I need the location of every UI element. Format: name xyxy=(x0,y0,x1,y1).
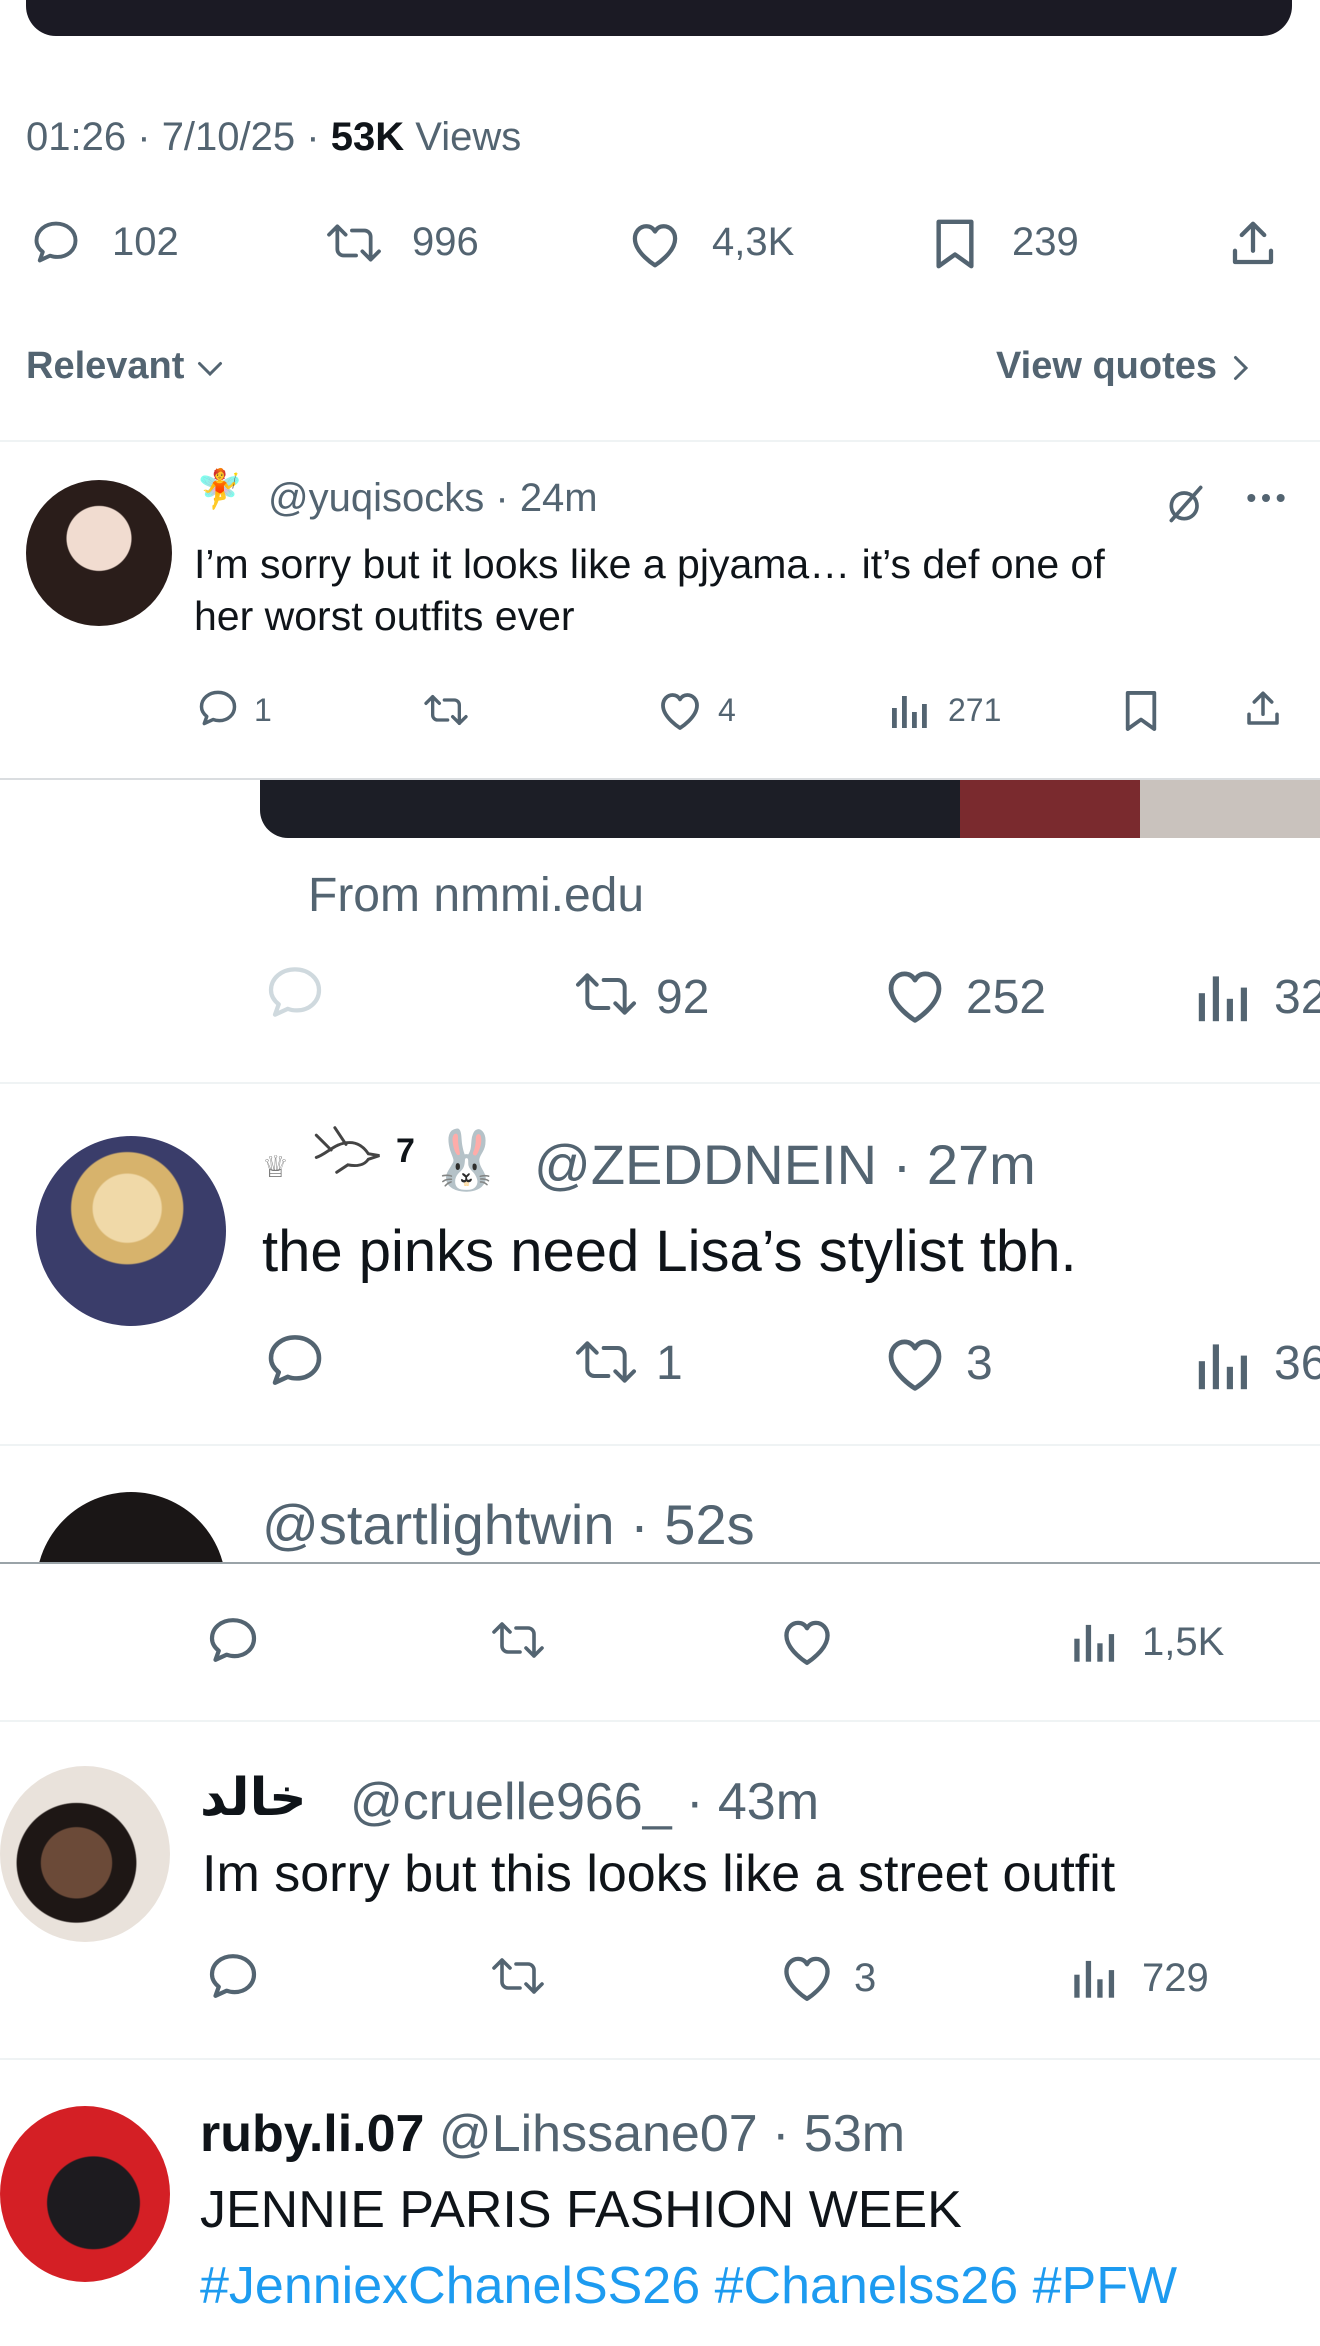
views-count: 729 xyxy=(1142,1956,1209,2000)
reply-item[interactable]: ♕ 7 🐰 @ZEDDNEIN · 27m the pinks need Lis… xyxy=(0,1084,1320,1444)
badge-crown-icon: ♕ xyxy=(262,1151,289,1184)
reply-text: the pinks need Lisa’s stylist tbh. xyxy=(262,1219,1077,1284)
views-count: 36 xyxy=(1274,1337,1320,1390)
repost-icon[interactable] xyxy=(420,690,472,730)
view-quotes-link[interactable]: View quotes xyxy=(996,345,1252,388)
reply-handle-line: ruby.li.07 @Lihssane07 · 53m xyxy=(200,2105,906,2163)
reply-item[interactable]: خالد @cruelle966_ · 43m Im sorry but thi… xyxy=(0,1722,1320,2058)
bookmark-icon[interactable] xyxy=(1122,688,1160,734)
reply-icon[interactable] xyxy=(30,216,82,268)
link-card-image[interactable] xyxy=(260,780,1320,838)
grok-icon[interactable] xyxy=(1164,482,1208,526)
reply-icon[interactable] xyxy=(204,1612,262,1668)
like-icon[interactable] xyxy=(626,218,684,270)
reply-icon[interactable] xyxy=(262,960,328,1024)
views-count: 32 xyxy=(1274,971,1320,1024)
like-icon[interactable] xyxy=(880,964,950,1026)
chevron-down-icon xyxy=(195,356,225,380)
engagement-bar: 102 996 4,3K 239 xyxy=(0,210,1320,280)
repost-icon[interactable] xyxy=(486,1616,550,1664)
avatar[interactable] xyxy=(26,480,172,626)
repost-icon[interactable] xyxy=(486,1952,550,2000)
bookmark-count: 239 xyxy=(1012,220,1079,264)
like-icon[interactable] xyxy=(778,1950,836,2004)
like-count: 252 xyxy=(966,971,1047,1024)
avatar[interactable] xyxy=(0,1766,170,1942)
tweet-date: 7/10/25 xyxy=(161,115,296,159)
reply-handle-line: @ZEDDNEIN · 27m xyxy=(534,1133,1036,1196)
avatar[interactable] xyxy=(0,2106,170,2282)
views-count: 271 xyxy=(948,692,1002,728)
user-handle[interactable]: @startlightwin xyxy=(262,1493,615,1556)
like-count: 4 xyxy=(718,692,736,728)
share-icon[interactable] xyxy=(1242,686,1284,732)
views-icon[interactable] xyxy=(1196,1336,1252,1392)
fairy-badge: 🧚 xyxy=(196,469,244,511)
repost-icon[interactable] xyxy=(322,218,386,268)
repost-icon[interactable] xyxy=(568,966,644,1022)
like-count: 3 xyxy=(966,1337,993,1390)
repost-count: 1 xyxy=(656,1337,683,1390)
like-icon[interactable] xyxy=(880,1332,950,1394)
reply-text: Im sorry but this looks like a street ou… xyxy=(202,1845,1116,1903)
views-icon[interactable] xyxy=(1072,1618,1118,1664)
reply-handle-line: @startlightwin · 52s xyxy=(262,1493,755,1556)
tweet-timestamp: 01:26 · 7/10/25 · 53K Views xyxy=(26,115,522,159)
views-label: Views xyxy=(415,115,522,159)
hashtags[interactable]: #JenniexChanelSS26 #Chanelss26 #PFW xyxy=(200,2256,1177,2316)
display-name[interactable]: خالد xyxy=(200,1768,307,1828)
badge-number: 7 xyxy=(396,1132,415,1170)
reply-actions: 1,5K xyxy=(0,1564,1320,1720)
repost-count: 92 xyxy=(656,971,710,1024)
reply-time: 53m xyxy=(803,2105,906,2163)
reply-time: 27m xyxy=(926,1133,1036,1196)
badge-bunny: 🐰 xyxy=(430,1128,503,1193)
like-icon[interactable] xyxy=(778,1614,836,1668)
tweet-time: 01:26 xyxy=(26,115,127,159)
sort-dropdown[interactable]: Relevant xyxy=(26,345,225,388)
user-handle[interactable]: @yuqisocks xyxy=(268,476,484,520)
reply-item[interactable]: ruby.li.07 @Lihssane07 · 53m JENNIE PARI… xyxy=(0,2060,1320,2346)
chevron-right-icon xyxy=(1228,353,1252,383)
share-icon[interactable] xyxy=(1226,216,1280,272)
like-count: 3 xyxy=(854,1956,877,2000)
user-handle[interactable]: @ZEDDNEIN xyxy=(534,1133,877,1196)
like-icon[interactable] xyxy=(656,688,704,732)
sort-label: Relevant xyxy=(26,345,185,387)
bookmark-icon[interactable] xyxy=(930,216,980,272)
like-count: 4,3K xyxy=(712,220,795,264)
reply-icon[interactable] xyxy=(196,686,240,730)
views-icon[interactable] xyxy=(1072,1954,1118,2000)
display-name[interactable]: ruby.li.07 xyxy=(200,2105,424,2163)
reply-time: 24m xyxy=(519,476,598,520)
reply-count: 1 xyxy=(254,692,272,728)
reply-handle-line: @yuqisocks · 24m xyxy=(268,476,598,520)
user-handle[interactable]: @Lihssane07 xyxy=(439,2105,758,2163)
link-source[interactable]: From nmmi.edu xyxy=(308,868,644,923)
repost-count: 996 xyxy=(412,220,479,264)
views-count: 53K xyxy=(330,115,405,159)
badge-bird-icon xyxy=(308,1124,384,1176)
reply-item[interactable]: @startlightwin · 52s xyxy=(0,1446,1320,1562)
reply-time: 43m xyxy=(717,1773,820,1831)
more-icon[interactable] xyxy=(1246,492,1286,504)
reply-text: JENNIE PARIS FASHION WEEK xyxy=(200,2181,962,2239)
user-handle[interactable]: @cruelle966_ xyxy=(350,1773,672,1831)
views-icon[interactable] xyxy=(1196,968,1252,1024)
repost-icon[interactable] xyxy=(568,1334,644,1390)
views-icon[interactable] xyxy=(890,690,930,730)
reply-item[interactable]: 🧚 @yuqisocks · 24m I’m sorry but it look… xyxy=(0,442,1320,778)
reply-time: 52s xyxy=(664,1493,755,1556)
reply-item[interactable]: From nmmi.edu 92 252 32 xyxy=(0,780,1320,1082)
reply-icon[interactable] xyxy=(204,1948,262,2004)
reply-handle-line: @cruelle966_ · 43m xyxy=(350,1773,820,1831)
avatar[interactable] xyxy=(36,1136,226,1326)
reply-text: I’m sorry but it looks like a pjyama… it… xyxy=(194,541,1105,639)
reply-count: 102 xyxy=(112,220,179,264)
avatar[interactable] xyxy=(36,1492,226,1562)
views-count: 1,5K xyxy=(1142,1620,1225,1664)
media-card[interactable] xyxy=(26,0,1292,36)
reply-icon[interactable] xyxy=(262,1328,328,1392)
